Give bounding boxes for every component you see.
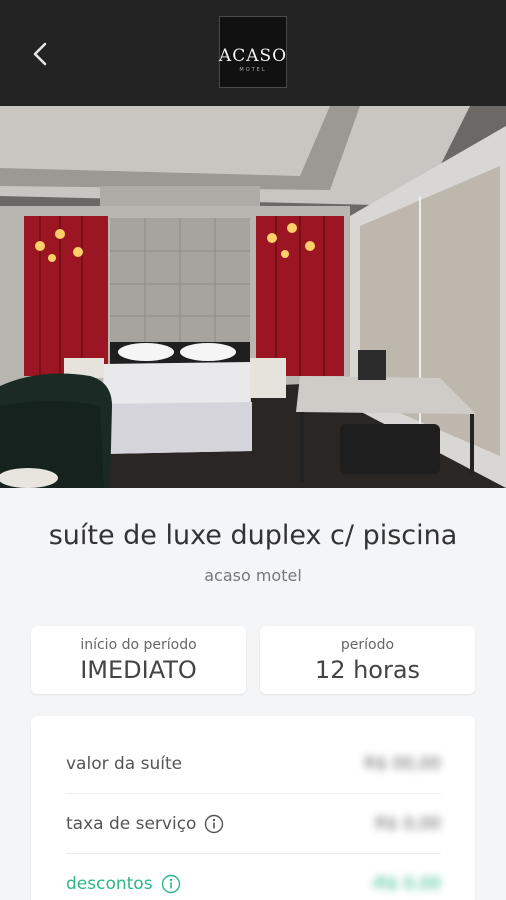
service-fee-row: taxa de serviço R$ 0,00 bbox=[66, 794, 441, 854]
motel-logo: ACASO MOTEL bbox=[219, 16, 287, 88]
discounts-row: descontos -R$ 0,00 bbox=[66, 854, 441, 900]
period-start-label: início do período bbox=[80, 636, 197, 653]
back-button[interactable] bbox=[24, 34, 56, 74]
suite-photo-carousel[interactable] bbox=[0, 106, 506, 488]
discounts-label: descontos bbox=[66, 874, 153, 894]
service-fee-label: taxa de serviço bbox=[66, 814, 197, 834]
period-length-card[interactable]: período 12 horas bbox=[260, 626, 475, 694]
suite-value-label: valor da suíte bbox=[66, 754, 183, 774]
info-icon[interactable] bbox=[161, 874, 181, 894]
service-fee-label-group: taxa de serviço bbox=[66, 814, 224, 834]
period-start-value: IMEDIATO bbox=[80, 655, 197, 684]
suite-value-row: valor da suíte R$ 00,00 bbox=[66, 734, 441, 794]
period-length-label: período bbox=[340, 636, 395, 653]
logo-subtext: MOTEL bbox=[239, 67, 267, 73]
period-start-card[interactable]: início do período IMEDIATO bbox=[31, 626, 246, 694]
suite-value-amount: R$ 00,00 bbox=[364, 754, 441, 774]
discounts-amount: -R$ 0,00 bbox=[368, 874, 441, 894]
service-fee-amount: R$ 0,00 bbox=[375, 814, 441, 834]
suite-title: suíte de luxe duplex c/ piscina bbox=[48, 520, 458, 551]
app-bar: ACASO MOTEL bbox=[0, 0, 506, 106]
logo-text: ACASO bbox=[218, 46, 288, 66]
pricing-card: valor da suíte R$ 00,00 taxa de serviço … bbox=[31, 716, 475, 900]
suite-photo bbox=[0, 106, 506, 488]
info-icon[interactable] bbox=[204, 814, 224, 834]
discounts-label-group: descontos bbox=[66, 874, 181, 894]
chevron-left-icon bbox=[33, 42, 47, 66]
period-length-value: 12 horas bbox=[314, 655, 421, 684]
motel-name: acaso motel bbox=[204, 566, 302, 585]
